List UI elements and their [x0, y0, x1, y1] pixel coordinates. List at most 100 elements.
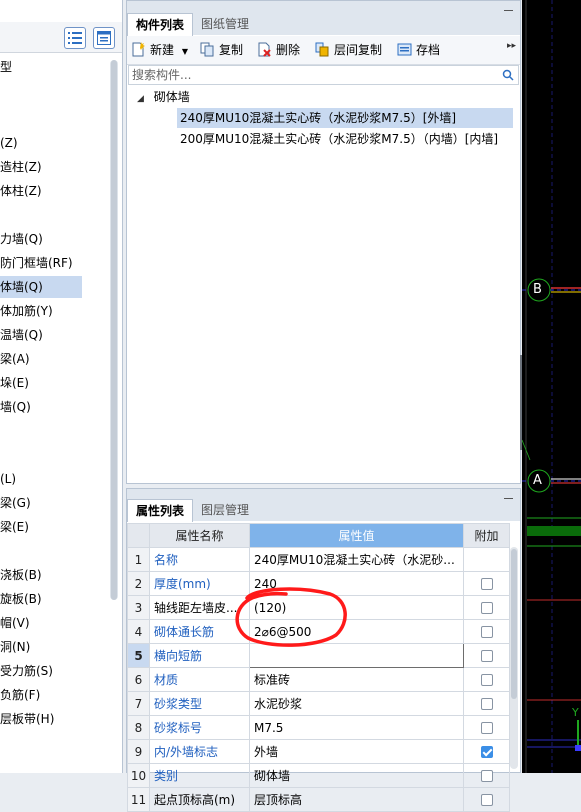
- property-scrollbar-thumb[interactable]: [511, 549, 517, 699]
- property-value[interactable]: 标准砖: [249, 667, 464, 692]
- tab-property-list[interactable]: 属性列表: [127, 499, 194, 522]
- sidebar-item[interactable]: 力墙(Q): [0, 228, 82, 250]
- sidebar-item[interactable]: 洞(N): [0, 636, 82, 658]
- copy-icon: [200, 42, 214, 57]
- extra-checkbox[interactable]: [480, 674, 493, 686]
- minimize-icon[interactable]: [504, 5, 514, 15]
- tab-layer-management[interactable]: 图层管理: [193, 499, 257, 521]
- sidebar-item[interactable]: 层板带(H): [0, 708, 82, 730]
- archive-button[interactable]: 存档: [397, 41, 440, 59]
- property-row[interactable]: 11 起点顶标高(m) 层顶标高: [127, 787, 510, 812]
- sidebar-item[interactable]: 垛(E): [0, 372, 82, 394]
- minimize-icon[interactable]: [504, 493, 514, 503]
- tree-group-masonry-wall[interactable]: ◢ 砌体墙: [137, 87, 190, 107]
- axis-label-y: Y: [572, 706, 579, 719]
- component-toolbar: 新建 ▼ 复制 删除 层间复制 存档 ▸▸: [127, 36, 520, 65]
- window-view-button[interactable]: [93, 27, 115, 49]
- tab-component-list[interactable]: 构件列表: [127, 13, 194, 36]
- property-value[interactable]: M7.5: [249, 715, 464, 740]
- delete-button-label: 删除: [276, 43, 301, 57]
- property-row[interactable]: 1 名称 240厚MU10混凝土实心砖（水泥砂...: [127, 547, 510, 572]
- sidebar-item[interactable]: 梁(G): [0, 492, 82, 514]
- property-name: 轴线距左墙皮...: [149, 595, 250, 620]
- property-row[interactable]: 4 砌体通长筋 2⌀6@500: [127, 619, 510, 644]
- sidebar-item[interactable]: 梁(E): [0, 516, 82, 538]
- property-value[interactable]: 240: [249, 571, 464, 596]
- property-value[interactable]: [249, 643, 464, 668]
- extra-checkbox[interactable]: [480, 698, 493, 710]
- property-scrollbar[interactable]: [510, 547, 518, 769]
- chevron-down-icon[interactable]: ▼: [182, 47, 188, 56]
- property-value[interactable]: 水泥砂浆: [249, 691, 464, 716]
- tree-collapse-icon[interactable]: ◢: [137, 94, 144, 104]
- search-input[interactable]: [129, 66, 495, 84]
- property-value[interactable]: 层顶标高: [249, 787, 464, 812]
- extra-checkbox[interactable]: [480, 722, 493, 734]
- row-number: 9: [127, 739, 150, 764]
- floor-copy-button[interactable]: 层间复制: [315, 41, 382, 59]
- sidebar-item[interactable]: 体加筋(Y): [0, 300, 82, 322]
- property-row[interactable]: 3 轴线距左墙皮... (120): [127, 595, 510, 620]
- sidebar-item[interactable]: 受力筋(S): [0, 660, 82, 682]
- tree-item[interactable]: 240厚MU10混凝土实心砖（水泥砂浆M7.5）[外墙]: [177, 108, 513, 128]
- extra-checkbox[interactable]: [480, 746, 493, 758]
- sidebar-item[interactable]: 体柱(Z): [0, 180, 82, 202]
- property-row[interactable]: 10 类别 砌体墙: [127, 763, 510, 788]
- delete-icon: [258, 42, 271, 57]
- property-value[interactable]: 2⌀6@500: [249, 619, 464, 644]
- property-row[interactable]: 6 材质 标准砖: [127, 667, 510, 692]
- extra-checkbox[interactable]: [480, 626, 493, 638]
- extra-checkbox[interactable]: [480, 650, 493, 662]
- property-name: 砌体通长筋: [149, 619, 250, 644]
- sidebar-item[interactable]: 造柱(Z): [0, 156, 82, 178]
- extra-cell: [463, 787, 510, 812]
- search-icon[interactable]: [502, 69, 514, 81]
- property-name: 砂浆类型: [149, 691, 250, 716]
- toolbar-overflow-icon[interactable]: ▸▸: [507, 41, 516, 51]
- sidebar-item[interactable]: 体墙(Q): [0, 276, 82, 298]
- new-button[interactable]: 新建 ▼: [131, 41, 188, 59]
- extra-checkbox[interactable]: [480, 770, 493, 782]
- extra-checkbox[interactable]: [480, 578, 493, 590]
- copy-button-label: 复制: [219, 43, 244, 57]
- property-row[interactable]: 8 砂浆标号 M7.5: [127, 715, 510, 740]
- property-row[interactable]: 2 厚度(mm) 240: [127, 571, 510, 596]
- sidebar-item[interactable]: 浇板(B): [0, 564, 82, 586]
- delete-button[interactable]: 删除: [257, 41, 300, 59]
- sidebar-item[interactable]: 帽(V): [0, 612, 82, 634]
- property-value[interactable]: (120): [249, 595, 464, 620]
- tree-item-label: 240厚MU10混凝土实心砖（水泥砂浆M7.5）[外墙]: [180, 111, 457, 125]
- sidebar-item[interactable]: 旋板(B): [0, 588, 82, 610]
- header-extra: 附加: [463, 523, 510, 548]
- property-value[interactable]: 砌体墙: [249, 763, 464, 788]
- sidebar-item[interactable]: 防门框墙(RF): [0, 252, 82, 274]
- left-scrollbar-thumb[interactable]: [111, 60, 117, 600]
- cad-drawing-canvas[interactable]: B A Y: [521, 0, 581, 773]
- property-value[interactable]: 外墙: [249, 739, 464, 764]
- sidebar-item[interactable]: 梁(A): [0, 348, 82, 370]
- floor-copy-button-label: 层间复制: [334, 43, 383, 57]
- left-scrollbar[interactable]: [110, 60, 118, 600]
- list-view-button[interactable]: [64, 27, 86, 49]
- sidebar-item[interactable]: 温墙(Q): [0, 324, 82, 346]
- property-row[interactable]: 7 砂浆类型 水泥砂浆: [127, 691, 510, 716]
- sidebar-item[interactable]: 负筋(F): [0, 684, 82, 706]
- property-value[interactable]: 240厚MU10混凝土实心砖（水泥砂...: [249, 547, 464, 572]
- extra-checkbox[interactable]: [480, 602, 493, 614]
- sidebar-item[interactable]: (Z): [0, 132, 82, 154]
- sidebar-item[interactable]: (L): [0, 468, 82, 490]
- sidebar-item[interactable]: 墙(Q): [0, 396, 82, 418]
- extra-checkbox[interactable]: [480, 794, 493, 806]
- tree-item[interactable]: 200厚MU10混凝土实心砖（水泥砂浆M7.5）（内墙）[内墙]: [177, 129, 513, 149]
- new-icon: [132, 42, 145, 57]
- list-icon: [68, 32, 82, 44]
- copy-button[interactable]: 复制: [200, 41, 243, 59]
- property-row[interactable]: 9 内/外墙标志 外墙: [127, 739, 510, 764]
- property-row[interactable]: 5 横向短筋: [127, 643, 510, 668]
- tab-drawing-management[interactable]: 图纸管理: [193, 13, 257, 35]
- property-tabbar: 属性列表 图层管理: [127, 489, 520, 522]
- property-name: 厚度(mm): [149, 571, 250, 596]
- cad-drawing: [521, 0, 581, 773]
- sidebar-item[interactable]: 型: [0, 56, 82, 78]
- property-name: 材质: [149, 667, 250, 692]
